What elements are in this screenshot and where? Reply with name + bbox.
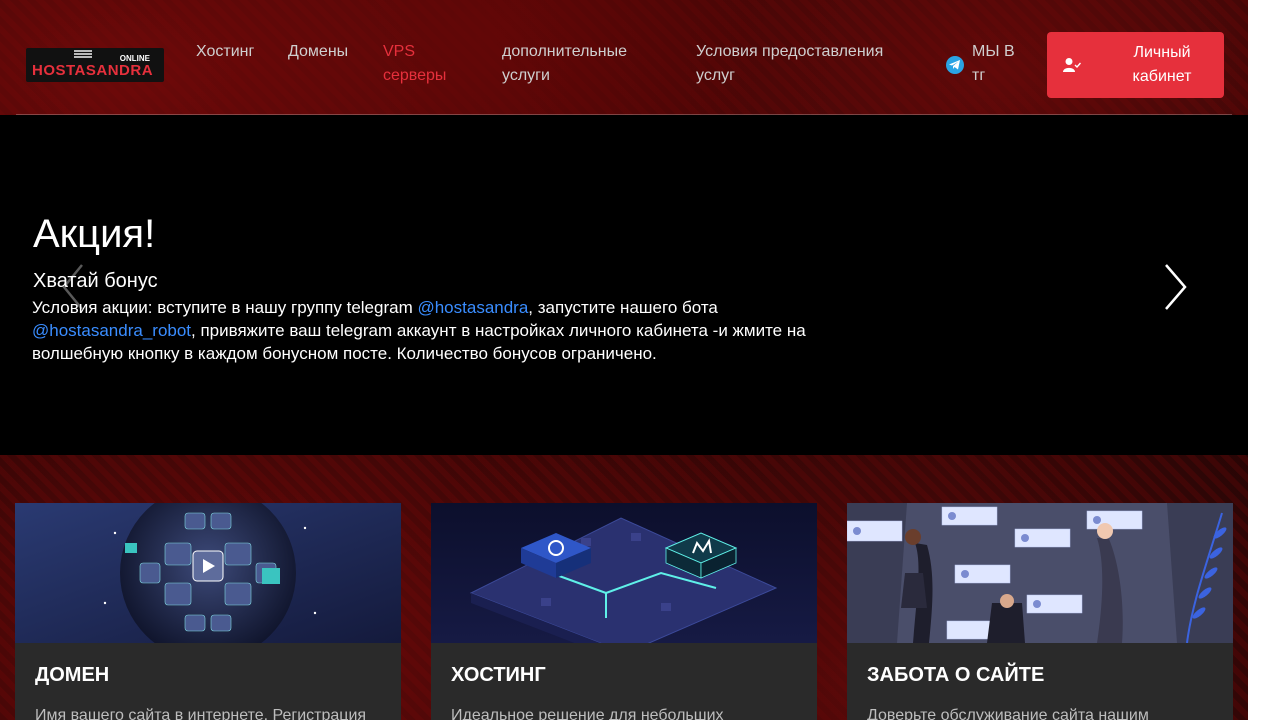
nav-vps[interactable]: VPS серверы: [383, 40, 463, 88]
card-text: Имя вашего сайта в интернете. Регистраци…: [35, 707, 367, 720]
telegram-label: МЫ В тг: [972, 43, 1015, 84]
nav-domains[interactable]: Домены: [288, 40, 348, 64]
promo-slider: Акция! Хватай бонус Условия акции: вступ…: [0, 115, 1248, 455]
service-card-site-care[interactable]: ЗАБОТА О САЙТЕ Доверьте обслуживание сай…: [847, 503, 1233, 720]
user-check-icon: [1063, 57, 1082, 76]
card-title: ЗАБОТА О САЙТЕ: [867, 664, 1045, 686]
hosting-illustration: [431, 503, 817, 663]
card-text: Идеальное решение для небольших: [451, 707, 724, 720]
promo-title: Акция!: [33, 212, 156, 256]
slider-next-button[interactable]: [1160, 262, 1190, 312]
telegram-group-link[interactable]: @hostasandra: [417, 298, 528, 317]
server-logo-icon: [74, 50, 92, 60]
domain-illustration: [15, 503, 401, 661]
promo-text-part: , запустите нашего бота: [528, 298, 718, 317]
telegram-bot-link[interactable]: @hostasandra_robot: [32, 321, 191, 340]
slider-prev-button[interactable]: [58, 262, 86, 312]
promo-text-part: Условия акции: вступите в нашу группу te…: [32, 298, 418, 317]
nav-hosting[interactable]: Хостинг: [196, 40, 254, 64]
nav-additional-services[interactable]: дополнительные услуги: [502, 40, 652, 88]
logo-wordmark: HOSTASANDRA: [32, 62, 154, 79]
site-care-illustration: [847, 503, 1233, 644]
card-title: ХОСТИНГ: [451, 664, 546, 686]
service-card-hosting[interactable]: ХОСТИНГ Идеальное решение для небольших: [431, 503, 817, 720]
promo-subtitle: Хватай бонус: [33, 270, 158, 292]
telegram-icon: [946, 56, 964, 74]
chevron-right-icon: [1165, 264, 1187, 310]
nav-terms[interactable]: Условия предоставления услуг: [696, 40, 911, 88]
page-gutter: [1248, 0, 1280, 720]
chevron-left-icon: [62, 264, 83, 310]
site-logo[interactable]: ONLINE HOSTASANDRA: [26, 48, 164, 82]
personal-cabinet-button[interactable]: Личный кабинет: [1047, 32, 1224, 98]
promo-description: Условия акции: вступите в нашу группу te…: [32, 296, 832, 365]
card-text: Доверьте обслуживание сайта нашим: [867, 707, 1149, 720]
card-title: ДОМЕН: [35, 664, 110, 686]
personal-cabinet-label: Личный кабинет: [1132, 44, 1192, 85]
site-header: ONLINE HOSTASANDRA Хостинг Домены VPS се…: [0, 0, 1248, 114]
service-card-domain[interactable]: ДОМЕН Имя вашего сайта в интернете. Реги…: [15, 503, 401, 720]
telegram-link[interactable]: МЫ В тг: [946, 40, 1022, 88]
